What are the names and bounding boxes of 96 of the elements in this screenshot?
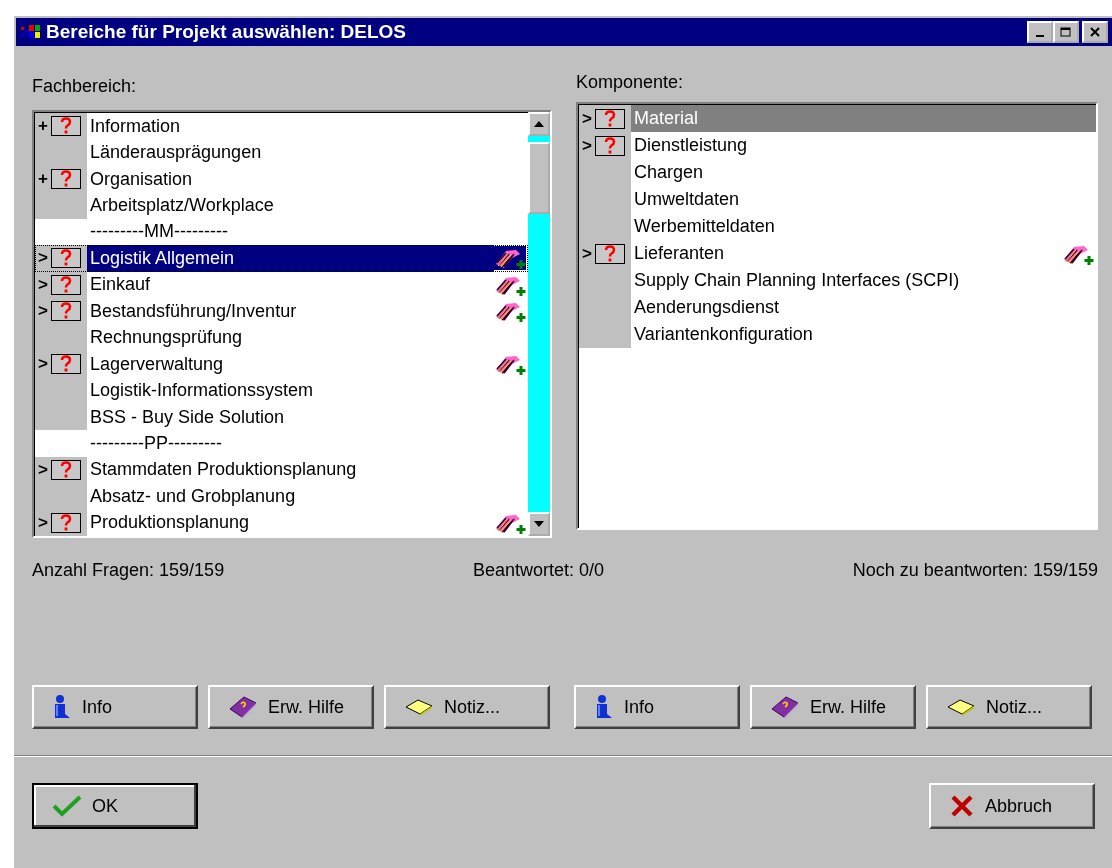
ok-button[interactable]: OK xyxy=(32,783,198,829)
question-count: Anzahl Fragen: 159/159 xyxy=(32,560,225,581)
item-label: Supply Chain Planning Interfaces (SCPI) xyxy=(633,270,961,291)
minimize-button[interactable] xyxy=(1027,21,1053,43)
item-label: Arbeitsplatz/Workplace xyxy=(89,195,275,217)
question-icon xyxy=(51,512,81,533)
hand-plus-icon xyxy=(494,246,526,271)
scroll-thumb[interactable] xyxy=(528,142,550,214)
question-count: Beantwortet: 0/0 xyxy=(472,560,605,581)
item-label: ---------PP--------- xyxy=(89,432,223,454)
question-icon xyxy=(51,459,81,480)
note-icon xyxy=(404,697,434,717)
list-item[interactable]: Variantenkonfiguration xyxy=(579,321,1096,348)
item-label: Rechnungsprüfung xyxy=(89,327,244,349)
question-icon xyxy=(51,169,81,190)
maximize-button[interactable] xyxy=(1053,21,1079,43)
list-item[interactable]: BSS - Buy Side Solution xyxy=(35,403,528,431)
item-label: Logistik-Informationssystem xyxy=(89,380,315,402)
list-item[interactable]: Werbemitteldaten xyxy=(579,213,1096,240)
list-item[interactable]: > Lagerverwaltung xyxy=(35,350,528,378)
list-item[interactable]: > Produktionsplanung xyxy=(35,509,528,536)
down-arrow-icon xyxy=(534,521,544,527)
question-icon xyxy=(51,248,81,269)
list-item[interactable]: Arbeitsplatz/Workplace xyxy=(35,192,528,219)
book-icon xyxy=(228,695,258,719)
item-label: Werbemitteldaten xyxy=(633,216,776,237)
cross-icon xyxy=(949,794,975,818)
list-label: Fachbereich: xyxy=(32,76,138,98)
list-item[interactable]: + Information xyxy=(35,113,528,140)
close-button[interactable] xyxy=(1082,21,1108,43)
list-item[interactable]: > Dienstleistung xyxy=(579,132,1096,159)
separator-row[interactable]: ---------PP--------- xyxy=(35,430,528,457)
item-label: Variantenkonfiguration xyxy=(633,324,814,345)
item-label: Logistik Allgemein xyxy=(87,245,494,272)
list-item[interactable]: Supply Chain Planning Interfaces (SCPI) xyxy=(579,267,1096,294)
list-label: Komponente: xyxy=(576,72,685,94)
cancel-button[interactable]: Abbruch xyxy=(929,783,1095,829)
item-label: Information xyxy=(89,115,182,137)
list-item[interactable]: Chargen xyxy=(579,159,1096,186)
book-icon xyxy=(770,695,800,719)
list-item[interactable]: Länderausprägungen xyxy=(35,139,528,166)
up-arrow-icon xyxy=(534,121,544,127)
item-label: Einkauf xyxy=(89,274,152,296)
item-label: Material xyxy=(631,105,1096,132)
question-icon xyxy=(51,274,81,295)
item-label: Dienstleistung xyxy=(633,135,749,156)
person-icon xyxy=(594,694,614,720)
note-button[interactable]: Notiz... xyxy=(384,685,550,729)
app-icon xyxy=(20,23,42,41)
help-button[interactable]: Erw. Hilfe xyxy=(750,685,916,729)
question-count: Noch zu beantworten: 159/159 xyxy=(852,560,1098,581)
question-icon xyxy=(595,135,625,156)
check-icon xyxy=(52,794,82,818)
list-item[interactable]: > Bestandsführung/Inventur xyxy=(35,298,528,325)
item-label: Produktionsplanung xyxy=(89,512,251,534)
help-button[interactable]: Erw. Hilfe xyxy=(208,685,374,729)
scroll-up-button[interactable] xyxy=(528,112,550,136)
list-item[interactable]: > Lieferanten xyxy=(579,240,1096,267)
item-label: Umweltdaten xyxy=(633,189,741,210)
item-label: Aenderungsdienst xyxy=(633,297,781,318)
item-label: Chargen xyxy=(633,162,705,183)
question-icon xyxy=(51,301,81,322)
list-item[interactable]: + Organisation xyxy=(35,165,528,193)
item-label: ---------MM--------- xyxy=(89,221,229,243)
separator-row[interactable]: ---------MM--------- xyxy=(35,218,528,246)
list-item[interactable]: Rechnungsprüfung xyxy=(35,324,528,351)
item-label: Stammdaten Produktionsplanung xyxy=(89,459,358,481)
maximize-icon xyxy=(1060,27,1072,37)
question-icon xyxy=(51,116,81,137)
question-icon xyxy=(595,243,625,264)
person-icon xyxy=(52,694,72,720)
info-button[interactable]: Info xyxy=(574,685,740,729)
list-item[interactable]: Aenderungsdienst xyxy=(579,294,1096,321)
item-label: BSS - Buy Side Solution xyxy=(89,406,286,428)
minimize-icon xyxy=(1036,35,1044,37)
question-icon xyxy=(51,354,81,375)
item-label: Organisation xyxy=(89,168,194,190)
list-item[interactable]: > Einkauf xyxy=(35,271,528,299)
item-label: Lieferanten xyxy=(633,243,726,264)
window-title: Bereiche für Projekt auswählen: DELOS xyxy=(46,21,408,43)
info-button[interactable]: Info xyxy=(32,685,198,729)
scrollbar[interactable] xyxy=(528,112,550,536)
close-icon xyxy=(1089,27,1101,37)
note-button[interactable]: Notiz... xyxy=(926,685,1092,729)
item-label: Lagerverwaltung xyxy=(89,353,225,375)
list-item[interactable]: Logistik-Informationssystem xyxy=(35,377,528,404)
list-item[interactable]: Umweltdaten xyxy=(579,186,1096,213)
item-label: Länderausprägungen xyxy=(89,142,263,164)
list-item[interactable]: > Stammdaten Produktionsplanung xyxy=(35,456,528,484)
item-label: Bestandsführung/Inventur xyxy=(89,300,298,322)
scroll-down-button[interactable] xyxy=(528,512,550,536)
question-icon xyxy=(595,108,625,129)
note-icon xyxy=(946,697,976,717)
list-item[interactable]: > Logistik Allgemein xyxy=(35,245,528,272)
item-label: Absatz- und Grobplanung xyxy=(89,485,297,507)
list-item[interactable]: Absatz- und Grobplanung xyxy=(35,483,528,510)
